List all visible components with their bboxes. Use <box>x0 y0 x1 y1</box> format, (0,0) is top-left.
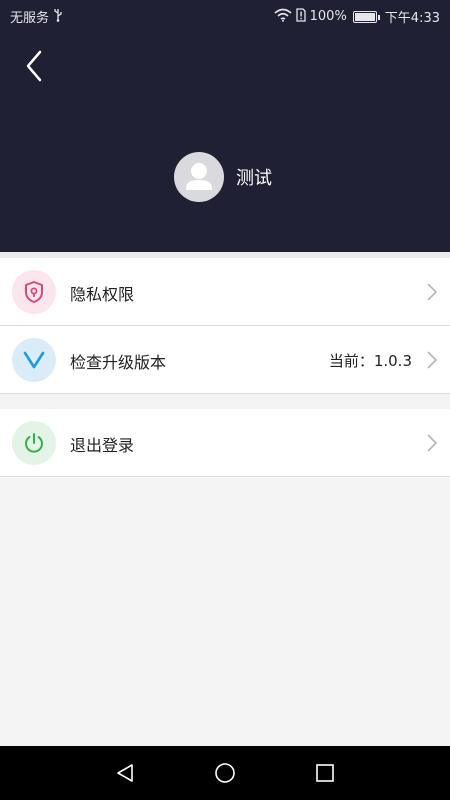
menu-item-update[interactable]: 检查升级版本 当前：1.0.3 <box>0 326 450 394</box>
v-check-icon <box>23 351 45 369</box>
profile-header: 无服务 100% 下午4:33 测试 <box>0 0 450 252</box>
profile-info[interactable]: 测试 <box>174 152 272 202</box>
menu-label-update: 检查升级版本 <box>70 353 167 372</box>
update-icon-badge <box>12 338 56 382</box>
square-recents-icon <box>316 764 334 782</box>
privacy-icon-badge <box>12 270 56 314</box>
power-icon <box>25 433 43 453</box>
battery-text: 100% <box>309 9 347 24</box>
nav-home-button[interactable] <box>214 762 236 784</box>
circle-home-icon <box>215 763 235 783</box>
carrier-text: 无服务 <box>10 11 50 26</box>
username: 测试 <box>236 168 272 189</box>
menu-item-privacy[interactable]: 隐私权限 <box>0 258 450 326</box>
wifi-icon <box>274 8 292 26</box>
chevron-left-icon <box>26 50 42 82</box>
usb-icon <box>53 8 63 26</box>
menu-item-logout[interactable]: 退出登录 <box>0 409 450 477</box>
shield-icon <box>25 281 43 303</box>
avatar[interactable] <box>174 152 224 202</box>
battery-icon <box>352 10 380 23</box>
system-nav-bar <box>0 746 450 800</box>
time-text: 下午4:33 <box>384 11 440 26</box>
nav-recents-button[interactable] <box>314 762 336 784</box>
menu-label-privacy: 隐私权限 <box>70 285 135 304</box>
chevron-right-icon <box>427 283 438 301</box>
current-version: 当前：1.0.3 <box>328 352 412 370</box>
user-icon <box>186 163 212 190</box>
nav-back-button[interactable] <box>114 762 136 784</box>
section-gap <box>0 395 450 409</box>
chevron-right-icon <box>427 434 438 452</box>
logout-icon-badge <box>12 421 56 465</box>
triangle-back-icon <box>117 764 133 782</box>
chevron-right-icon <box>427 351 438 369</box>
status-bar: 无服务 100% 下午4:33 <box>0 0 450 32</box>
back-button[interactable] <box>20 46 52 86</box>
sim-alert-icon <box>295 7 306 26</box>
menu-label-logout: 退出登录 <box>70 436 135 455</box>
